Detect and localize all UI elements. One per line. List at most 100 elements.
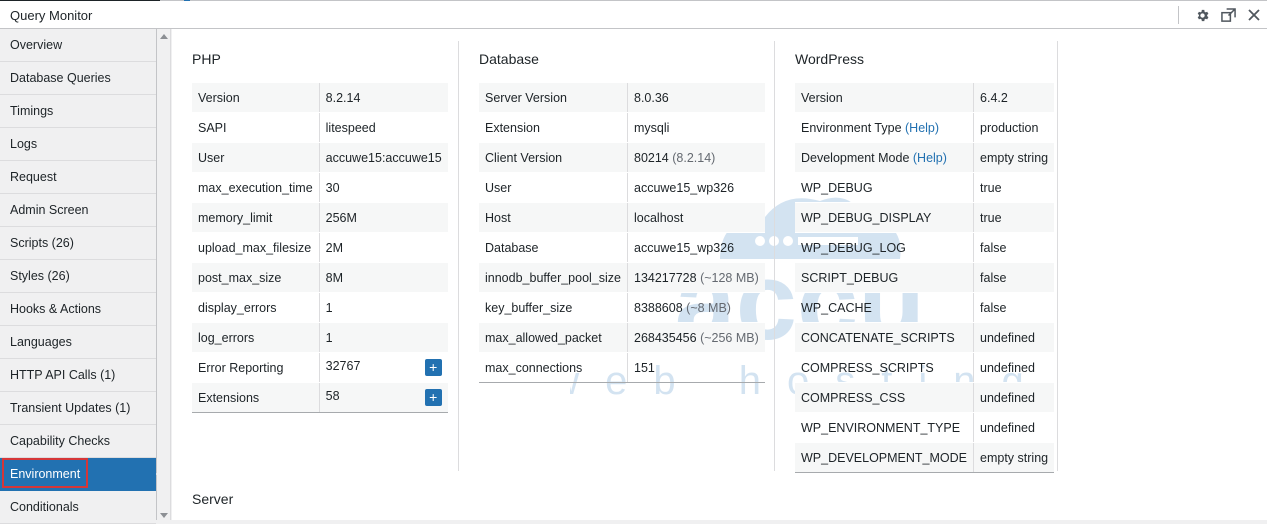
wordpress-section: WordPress Version 6.4.2 Environment Type (… [795,41,1055,473]
sidebar-item-capability-checks[interactable]: Capability Checks [0,425,156,458]
table-row: Client Version 80214 (8.2.14) [479,142,765,173]
table-row: WP_DEVELOPMENT_MODE empty string [795,442,1055,473]
sidebar-item-timings[interactable]: Timings [0,95,156,128]
row-key: SCRIPT_DEBUG [795,262,975,293]
row-value: undefined [973,352,1055,383]
table-row: upload_max_filesize 2M [192,232,448,263]
row-key: WP_DEBUG_DISPLAY [795,202,975,233]
table-row: SCRIPT_DEBUG false [795,262,1055,293]
scroll-down-arrow-icon[interactable] [160,513,168,518]
table-row: WP_DEBUG_DISPLAY true [795,202,1055,233]
sidebar-item-transient-updates-1[interactable]: Transient Updates (1) [0,392,156,425]
row-key: Extension [479,112,628,143]
sidebar-item-database-queries[interactable]: Database Queries [0,62,156,95]
sidebar-item-label: Request [10,170,57,184]
row-value-text: 30 [325,180,340,195]
sidebar-item-scripts-26[interactable]: Scripts (26) [0,227,156,260]
row-value: 1 [319,322,448,353]
sidebar-item-label: Admin Screen [10,203,89,217]
row-key-label: post_max_size [198,270,282,285]
row-value-text: empty string [980,150,1049,165]
sidebar-item-logs[interactable]: Logs [0,128,156,161]
sidebar-item-label: Database Queries [10,71,111,85]
row-key: Extensions [192,382,320,413]
row-key: User [479,172,628,203]
row-key-label: WP_DEBUG_LOG [801,240,906,255]
row-key-label: Error Reporting [198,360,284,375]
sidebar-item-languages[interactable]: Languages [0,326,156,359]
value-note: (~256 MB) [700,330,759,345]
row-value: production [973,112,1055,143]
database-table: Server Version 8.0.36 Extension mysqli Clien… [479,83,765,383]
row-key-label: CONCATENATE_SCRIPTS [801,330,955,345]
table-row: COMPRESS_CSS undefined [795,382,1055,413]
sidebar-item-request[interactable]: Request [0,161,156,194]
row-key-label: User [485,180,512,195]
row-value-text: 134217728 [634,270,697,285]
row-key-label: WP_CACHE [801,300,872,315]
row-value-text: 6.4.2 [980,90,1008,105]
row-key: WP_ENVIRONMENT_TYPE [795,412,975,443]
row-value: accuwe15_wp326 [627,232,765,263]
sidebar-item-environment[interactable]: Environment [0,458,164,491]
table-row: max_connections 151 [479,352,765,383]
row-value: 8388608 (~8 MB) [627,292,765,323]
row-key: innodb_buffer_pool_size [479,262,628,293]
row-value-text: accuwe15_wp326 [634,240,735,255]
row-key-label: Host [485,210,511,225]
panel-nav-sidebar: Overview Database Queries Timings Logs Reque… [0,29,164,524]
row-value-text: true [980,210,1002,225]
row-value: 6.4.2 [973,83,1055,113]
row-key-label: max_allowed_packet [485,330,602,345]
table-row: innodb_buffer_pool_size 134217728 (~128 M… [479,262,765,293]
row-key: max_connections [479,352,628,383]
sidebar-item-hooks-actions[interactable]: Hooks & Actions [0,293,156,326]
row-key: Environment Type (Help) [795,112,975,143]
sidebar-item-styles-26[interactable]: Styles (26) [0,260,156,293]
row-key: WP_DEVELOPMENT_MODE [795,442,975,473]
row-value: 268435456 (~256 MB) [627,322,765,353]
row-value-text: 8.2.14 [325,90,361,105]
expand-button[interactable]: + [424,359,442,376]
row-value-text: 2M [325,240,344,255]
row-key: upload_max_filesize [192,232,320,263]
expand-button[interactable]: + [424,389,442,406]
help-link[interactable]: (Help) [905,121,939,135]
row-value-text: undefined [980,360,1035,375]
row-key-label: key_buffer_size [485,300,573,315]
row-value: 8.2.14 [319,83,448,113]
toolbar-divider [1178,6,1179,24]
sidebar-item-conditionals[interactable]: Conditionals [0,491,156,524]
row-value-text: 268435456 [634,330,697,345]
row-value: false [973,262,1055,293]
row-key-label: Development Mode [801,150,910,165]
sidebar-item-admin-screen[interactable]: Admin Screen [0,194,156,227]
row-value: undefined [973,382,1055,413]
row-key-label: Version [198,90,240,105]
row-key: COMPRESS_SCRIPTS [795,352,975,383]
table-row: User accuwe15_wp326 [479,172,765,203]
sidebar-scrollbar[interactable] [157,29,171,520]
close-button[interactable] [1241,1,1267,29]
row-key-label: Environment Type [801,120,902,135]
table-row: max_allowed_packet 268435456 (~256 MB) [479,322,765,353]
row-key-label: Database [485,240,539,255]
value-note: (~128 MB) [700,270,759,285]
wordpress-heading: WordPress [795,51,864,67]
sidebar-item-overview[interactable]: Overview [0,29,156,62]
column-divider [774,41,775,471]
scroll-up-arrow-icon[interactable] [160,34,168,39]
table-row: Extensions 58 + [192,382,448,413]
sidebar-item-label: Conditionals [10,500,79,514]
row-value: true [973,202,1055,233]
php-heading: PHP [192,51,221,67]
popout-button[interactable] [1215,1,1241,29]
help-link[interactable]: (Help) [913,151,947,165]
row-value-text: 32767 [325,359,361,373]
row-key: max_allowed_packet [479,322,628,353]
row-key: Development Mode (Help) [795,142,975,173]
sidebar-item-http-api-calls-1[interactable]: HTTP API Calls (1) [0,359,156,392]
php-table: Version 8.2.14 SAPI litespeed User accuwe15:a… [192,83,448,413]
settings-button[interactable] [1189,1,1215,29]
row-value: 2M [319,232,448,263]
